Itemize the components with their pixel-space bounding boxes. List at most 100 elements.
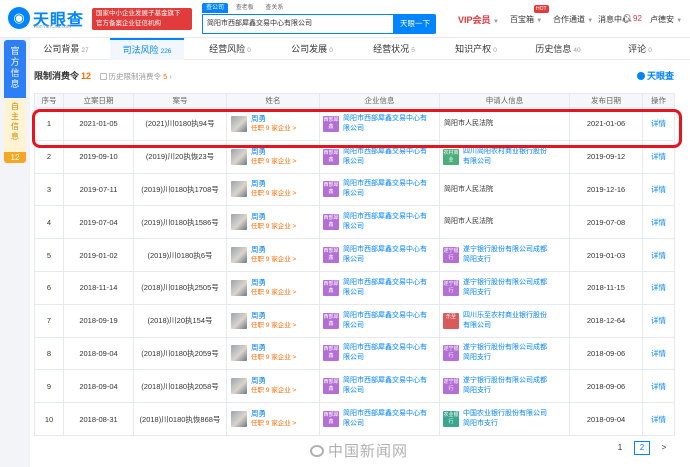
person-related-link[interactable]: 任职 9 家企业 > [251, 255, 296, 265]
bell-icon[interactable] [622, 13, 632, 23]
company-link[interactable]: 简阳市西部犀鑫交易中心有限公司 [343, 147, 431, 167]
detail-link[interactable]: 详情 [651, 382, 666, 391]
detail-link[interactable]: 详情 [651, 316, 666, 325]
detail-link[interactable]: 详情 [651, 349, 666, 358]
tab-operating-status[interactable]: 经营状况 5 [358, 38, 430, 60]
case-number: (2018)川0180执恢868号 [133, 402, 227, 436]
applicant-link[interactable]: 遂宁银行股份有限公司成都简阳支行 [463, 376, 551, 396]
company-link[interactable]: 简阳市西部犀鑫交易中心有限公司 [343, 409, 431, 429]
person-name-link[interactable]: 周勇 [251, 278, 296, 288]
user-menu[interactable]: 卢德安 ▼ [650, 14, 682, 25]
page-2-button[interactable]: 2 [634, 441, 650, 455]
history-checkbox-icon[interactable] [99, 73, 107, 80]
rail-official-info[interactable]: 官 方 信 息 [4, 40, 26, 98]
applicant-link[interactable]: 遂宁银行股份有限公司成都简阳支行 [463, 245, 551, 265]
case-number: (2018)川0180执2505号 [133, 270, 227, 305]
person-name-link[interactable]: 周勇 [251, 114, 296, 124]
chevron-down-icon: ▼ [587, 18, 594, 24]
person-related-link[interactable]: 任职 9 家企业 > [251, 353, 296, 363]
page-1-button[interactable]: 1 [612, 441, 628, 455]
company-link[interactable]: 简阳市西部犀鑫交易中心有限公司 [343, 212, 431, 232]
slogan-banner: 国家中小企业发展子基金旗下 官方备案企业征信机构 [92, 8, 192, 30]
search-input[interactable]: 简阳市西部犀鑫交易中心有限公司 [202, 14, 394, 34]
company-link[interactable]: 简阳市西部犀鑫交易中心有限公司 [343, 278, 431, 298]
row-number: 7 [34, 303, 64, 338]
logo[interactable]: ◉ 天眼查 TianYanCha.com [8, 5, 88, 33]
nav-cooperation[interactable]: 合作通道 ▼ [553, 14, 593, 25]
tab-comments[interactable]: 评论 0 [610, 38, 670, 60]
filed-date: 2021-01-05 [63, 107, 134, 141]
tab-history[interactable]: 历史信息 40 [522, 38, 594, 60]
person-related-link[interactable]: 任职 9 家企业 > [251, 288, 296, 298]
row-number: 6 [34, 270, 64, 305]
filed-date: 2018-09-19 [63, 303, 134, 338]
tab-company-development[interactable]: 公司发展 0 [276, 38, 348, 60]
applicant-cell: 简阳市人民法院 [439, 205, 570, 240]
person-related-link[interactable]: 任职 9 家企业 > [251, 157, 296, 167]
person-name-link[interactable]: 周勇 [251, 343, 296, 353]
person-info: 周勇 任职 9 家企业 > [251, 278, 296, 298]
applicant-text: 简阳市人民法院 [444, 119, 493, 127]
person-name-link[interactable]: 周勇 [251, 212, 296, 222]
publish-date: 2019-07-08 [569, 205, 643, 240]
applicant-link[interactable]: 中国农业银行股份有限公司简阳市支行 [463, 409, 551, 429]
applicant-link[interactable]: 四川简阳农村商业银行股份有限公司 [463, 147, 551, 167]
search-button[interactable]: 天眼一下 [394, 14, 436, 34]
rail-self-char: 信 [11, 122, 19, 131]
applicant-link[interactable]: 四川乐至农村商业银行股份有限公司 [463, 311, 551, 331]
company-link[interactable]: 简阳市西部犀鑫交易中心有限公司 [343, 114, 431, 134]
tab-intellectual-property[interactable]: 知识产权 0 [440, 38, 512, 60]
company-link[interactable]: 简阳市西部犀鑫交易中心有限公司 [343, 311, 431, 331]
person-info: 周勇 任职 9 家企业 > [251, 114, 296, 134]
search-tab-boss[interactable]: 查老板 [232, 3, 258, 13]
company-link[interactable]: 简阳市西部犀鑫交易中心有限公司 [343, 179, 431, 199]
detail-link[interactable]: 详情 [651, 152, 666, 161]
tab-operating-risk[interactable]: 经营风险 0 [194, 38, 266, 60]
tab-company-background[interactable]: 公司背景 27 [30, 38, 102, 60]
person-name-link[interactable]: 周勇 [251, 179, 296, 189]
rail-official-char: 息 [10, 79, 20, 89]
publish-date: 2021-01-06 [569, 107, 643, 141]
applicant-logo: 遂宁银行 [443, 345, 459, 362]
person-name-link[interactable]: 周勇 [251, 409, 296, 419]
rail-self-info[interactable]: 自 主 信 息 [4, 98, 26, 152]
person-related-link[interactable]: 任职 9 家企业 > [251, 222, 296, 232]
vip-menu[interactable]: VIP会员 ▼ [458, 13, 499, 26]
next-page-button[interactable]: > [656, 441, 672, 455]
person-name-link[interactable]: 周勇 [251, 311, 296, 321]
detail-link[interactable]: 详情 [651, 283, 666, 292]
case-number: (2021)川0180执94号 [133, 107, 227, 141]
nav-toolbox[interactable]: 百宝箱 ▼ [510, 14, 542, 25]
row-number: 8 [34, 336, 64, 371]
person-name-link[interactable]: 周勇 [251, 147, 296, 157]
rail-official-char: 信 [10, 68, 20, 78]
person-related-link[interactable]: 任职 9 家企业 > [251, 189, 296, 199]
applicant-link[interactable]: 遂宁银行股份有限公司成都简阳支行 [463, 278, 551, 298]
applicant-logo: 遂宁银行 [443, 378, 459, 395]
action-cell: 详情 [642, 107, 675, 141]
company-link[interactable]: 简阳市西部犀鑫交易中心有限公司 [343, 343, 431, 363]
person-cell: 周勇 任职 9 家企业 > [226, 107, 320, 141]
detail-link[interactable]: 详情 [651, 251, 666, 260]
person-related-link[interactable]: 任职 9 家企业 > [251, 419, 296, 429]
search-tab-company[interactable]: 查公司 [202, 3, 229, 13]
applicant-link[interactable]: 遂宁银行股份有限公司成都简阳支行 [463, 343, 551, 363]
person-related-link[interactable]: 任职 9 家企业 > [251, 124, 296, 134]
section-title: 限制消费令 [34, 71, 80, 81]
detail-link[interactable]: 详情 [651, 415, 666, 424]
publish-date: 2018-09-04 [569, 402, 643, 436]
detail-link[interactable]: 详情 [651, 218, 666, 227]
rail-self-char: 自 [11, 102, 19, 111]
detail-link[interactable]: 详情 [651, 119, 666, 128]
history-link[interactable]: 历史限制消费令 5 › [109, 72, 172, 81]
company-link[interactable]: 简阳市西部犀鑫交易中心有限公司 [343, 245, 431, 265]
search-tab-relation[interactable]: 查关系 [261, 3, 287, 13]
person-avatar [231, 181, 247, 198]
detail-link[interactable]: 详情 [651, 185, 666, 194]
person-related-link[interactable]: 任职 9 家企业 > [251, 321, 296, 331]
person-name-link[interactable]: 周勇 [251, 376, 296, 386]
person-related-link[interactable]: 任职 9 家企业 > [251, 386, 296, 396]
company-link[interactable]: 简阳市西部犀鑫交易中心有限公司 [343, 376, 431, 396]
tab-judicial-risk[interactable]: 司法风险 226 [110, 38, 184, 60]
person-name-link[interactable]: 周勇 [251, 245, 296, 255]
